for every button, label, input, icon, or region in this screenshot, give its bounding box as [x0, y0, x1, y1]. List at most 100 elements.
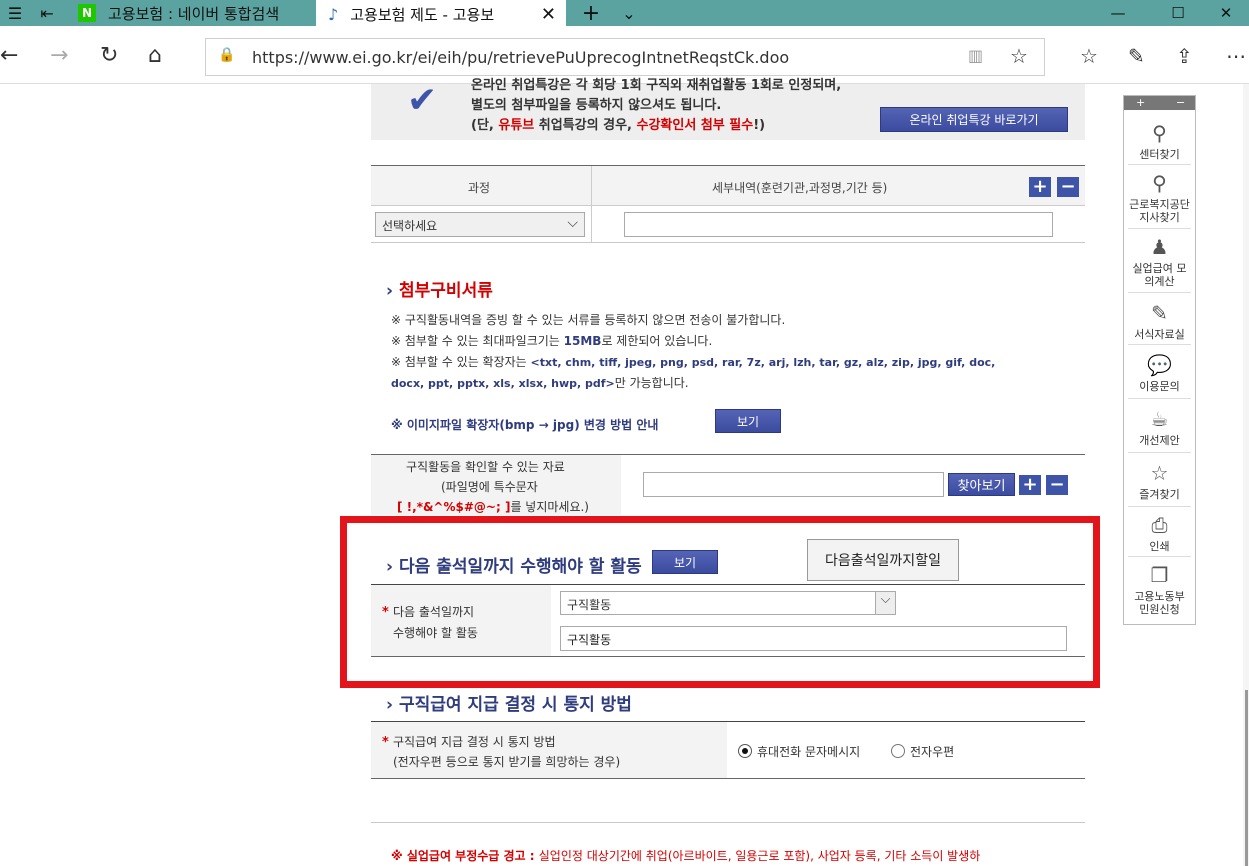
divider	[371, 822, 1085, 823]
forward-icon[interactable]: →	[50, 43, 68, 69]
divider	[371, 778, 1085, 779]
quick-suggestion[interactable]: ☕ 개선제안	[1128, 408, 1191, 447]
back-icon[interactable]: ←	[0, 43, 18, 69]
naver-favicon-icon: N	[78, 4, 96, 22]
quick-forms[interactable]: ✎ 서식자료실	[1128, 302, 1191, 341]
chevron-down-icon: ⌵	[567, 215, 578, 231]
quick-favorites[interactable]: ☆ 즐겨찾기	[1128, 462, 1191, 501]
favorites-list-icon[interactable]: ☆	[1080, 43, 1098, 69]
quick-menu: + − ⚲ 센터찾기 ⚲ 근로복지공단 지사찾기 ♟ 실업급여 모의계산 ✎ 서식자료실…	[1123, 95, 1196, 625]
quick-kcomwel-search[interactable]: ⚲ 근로복지공단 지사찾기	[1128, 172, 1191, 224]
new-tab-icon[interactable]: +	[576, 0, 606, 26]
zoom-in-icon[interactable]: +	[1136, 96, 1145, 110]
quick-print[interactable]: ⎙ 인쇄	[1128, 514, 1191, 553]
more-icon[interactable]: ⋯	[1226, 43, 1246, 69]
divider	[1128, 556, 1191, 557]
notice-text: !)	[753, 118, 766, 133]
extensions-text: docx, ppt, pptx, xls, xlsx, hwp, pdf>	[391, 377, 615, 390]
quick-label: 인쇄	[1149, 540, 1170, 553]
notify-title: › 구직급여 지급 결정 시 통지 방법	[386, 690, 632, 715]
note-text: ※ 첨부할 수 있는 최대파일크기는	[391, 334, 564, 348]
attach-note-1: ※ 구직활동내역을 증빙 할 수 있는 서류를 등록하지 않으면 전송이 불가합…	[391, 313, 786, 327]
person-icon: ♟	[1150, 235, 1169, 259]
divider	[1128, 398, 1191, 399]
remove-course-button[interactable]: −	[1057, 177, 1079, 197]
chevron-right-icon: ›	[386, 695, 394, 715]
add-file-button[interactable]: +	[1019, 475, 1041, 495]
next-activity-view-button[interactable]: 보기	[652, 550, 718, 574]
tab-preview-chevron-icon[interactable]: ⌄	[614, 0, 644, 26]
next-todo-button[interactable]: 다음출석일까지할일	[807, 539, 959, 581]
quick-inquiry[interactable]: 💬 이용문의	[1128, 354, 1191, 393]
next-activity-label-cell	[371, 585, 551, 656]
next-activity-input[interactable]: 구직활동	[560, 626, 1067, 651]
label-text: 를 넣지마세요.)	[510, 500, 589, 514]
lock-icon: 🔒	[218, 47, 236, 63]
course-select[interactable]: 선택하세요 ⌵	[375, 212, 585, 237]
minimize-icon[interactable]: —	[1095, 0, 1141, 26]
chevron-right-icon: ›	[386, 281, 394, 301]
image-ext-view-button[interactable]: 보기	[715, 409, 781, 433]
zoom-out-icon[interactable]: −	[1176, 96, 1185, 110]
notify-email-label[interactable]: 전자우편	[910, 743, 954, 760]
warning-bold: ※ 실업급여 부정수급 경고 :	[391, 849, 539, 863]
notice-line-3: (단, 유튜브 취업특강의 경우, 수강확인서 첨부 필수!)	[471, 114, 765, 133]
certificate-required-text: 수강확인서 첨부 필수	[636, 118, 754, 133]
required-mark: *	[382, 605, 389, 620]
remove-file-button[interactable]: −	[1046, 475, 1068, 495]
favorite-star-icon[interactable]: ☆	[1010, 44, 1028, 68]
close-window-icon[interactable]: ✕	[1203, 0, 1249, 26]
quick-label: 즐겨찾기	[1139, 488, 1180, 501]
quick-label: 고용노동부 민원신청	[1134, 590, 1185, 616]
edit-icon: ✎	[1151, 301, 1168, 325]
next-activity-title-text: 다음 출석일까지 수행해야 할 활동	[399, 557, 642, 577]
share-icon[interactable]: ⇪	[1176, 43, 1193, 69]
notify-sms-label[interactable]: 휴대전화 문자메시지	[757, 743, 860, 760]
notify-sms-radio[interactable]	[738, 744, 752, 758]
quick-benefit-calc[interactable]: ♟ 실업급여 모의계산	[1128, 236, 1191, 288]
extensions-text: <txt, chm, tiff, jpeg, png, psd, rar, 7z…	[530, 356, 996, 369]
course-detail-input[interactable]	[624, 212, 1053, 237]
tab-ei-active[interactable]: ♪ 고용보험 제도 - 고용보 ✕	[316, 0, 566, 28]
next-activity-label-1: 다음 출석일까지	[393, 605, 475, 619]
add-course-button[interactable]: +	[1029, 177, 1051, 197]
notice-line-2: 별도의 첨부파일을 등록하지 않으셔도 됩니다.	[471, 98, 722, 113]
file-path-input[interactable]	[643, 472, 944, 497]
pen-icon[interactable]: ✎	[1128, 43, 1145, 69]
notify-label-1: 구직급여 지급 결정 시 통지 방법	[393, 735, 556, 749]
home-icon[interactable]: ⌂	[148, 43, 162, 69]
youtube-text: 유튜브	[498, 118, 535, 133]
quick-label: 개선제안	[1139, 434, 1180, 447]
input-value: 구직활동	[567, 633, 612, 647]
quick-center-search[interactable]: ⚲ 센터찾기	[1128, 122, 1191, 161]
set-aside-tabs-icon[interactable]: ⇤	[32, 0, 62, 26]
browser-tab-bar: ☰ ⇤ N 고용보험 : 네이버 통합검색 ♪ 고용보험 제도 - 고용보 ✕ …	[0, 0, 1249, 28]
quick-moel-petition[interactable]: ❐ 고용노동부 민원신청	[1128, 564, 1191, 616]
quick-menu-zoom-bar: + −	[1124, 96, 1195, 110]
next-activity-select[interactable]: 구직활동 ⌵	[560, 591, 896, 615]
warning-text: 실업인정 대상기간에 취업(아르바이트, 일용근로 포함), 사업자 등록, 기…	[538, 849, 981, 863]
close-tab-icon[interactable]: ✕	[541, 4, 556, 25]
file-label-1: 구직활동을 확인할 수 있는 자료	[406, 460, 565, 474]
notice-line-1: 온라인 취업특강은 각 회당 1회 구직외 재취업활동 1회로 인정되며,	[471, 78, 842, 93]
browse-button[interactable]: 찾아보기	[948, 473, 1015, 496]
online-lecture-button[interactable]: 온라인 취업특강 바로가기	[880, 107, 1068, 132]
tab-list-icon[interactable]: ☰	[0, 0, 30, 26]
scrollbar-thumb[interactable]	[1245, 690, 1248, 866]
attachments-title: › 첨부구비서류	[386, 276, 493, 301]
star-icon: ☆	[1150, 461, 1169, 485]
maximize-icon[interactable]: ☐	[1155, 0, 1201, 26]
notify-title-text: 구직급여 지급 결정 시 통지 방법	[399, 695, 632, 715]
tab-naver-search[interactable]: N 고용보험 : 네이버 통합검색	[68, 0, 314, 26]
note-text: ※ 첨부할 수 있는 확장자는	[391, 355, 531, 369]
refresh-icon[interactable]: ↻	[100, 43, 118, 69]
notify-email-radio[interactable]	[891, 744, 905, 758]
notice-text: 취업특강의 경우,	[534, 118, 637, 133]
chevron-right-icon: ›	[386, 557, 394, 577]
reading-view-icon[interactable]: ▥	[968, 46, 983, 65]
printer-icon: ⎙	[1151, 513, 1168, 537]
address-bar[interactable]: 🔒 https://www.ei.go.kr/ei/eih/pu/retriev…	[205, 38, 1045, 76]
note-text: 로 제한되어 있습니다.	[601, 334, 713, 348]
required-mark: *	[382, 735, 389, 750]
divider	[371, 656, 1085, 657]
